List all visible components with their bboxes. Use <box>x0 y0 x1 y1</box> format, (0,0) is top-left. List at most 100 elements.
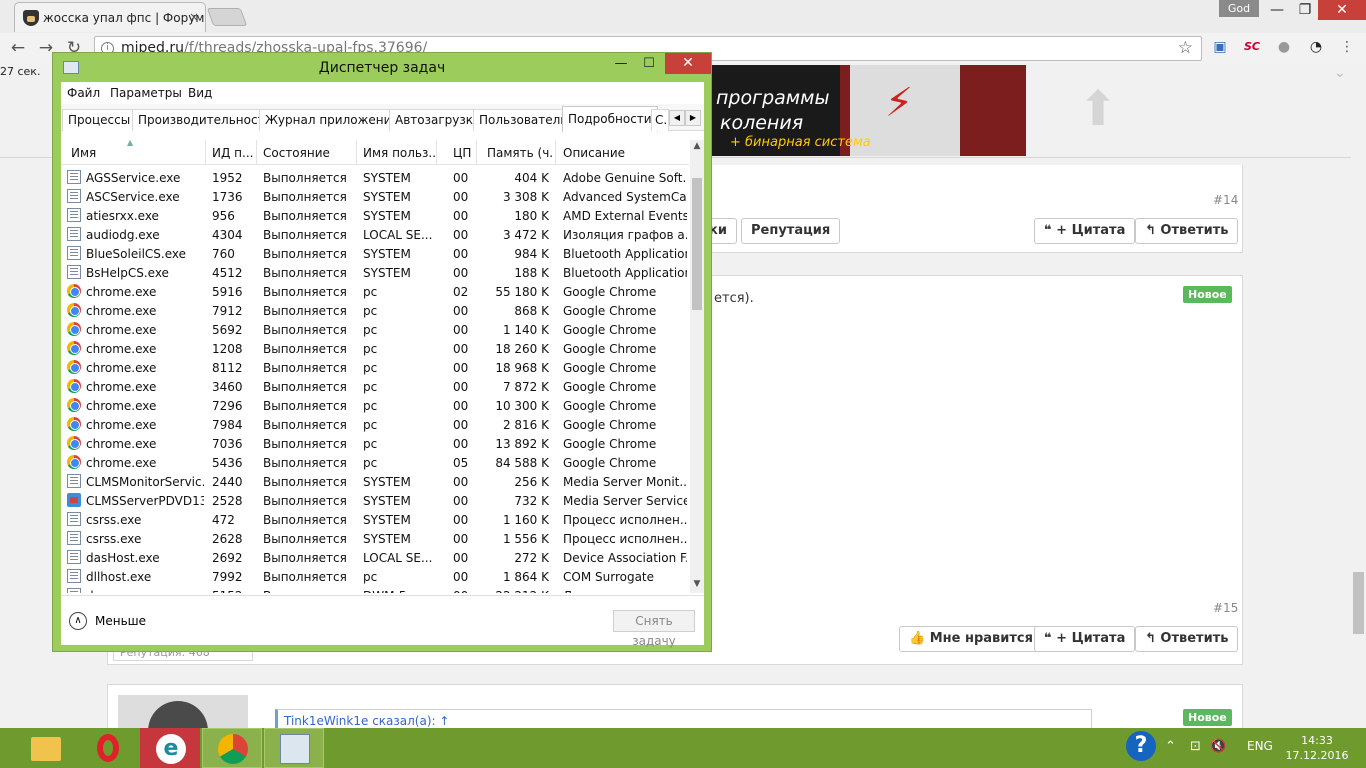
table-row[interactable]: dwm.exe 5152 Выполняется DWM-5 00 22 212 K Дис… <box>61 586 689 593</box>
ad-banner[interactable]: ⚡ программы коления + бинарная система <box>700 65 1026 156</box>
fewer-details-link[interactable]: Меньше <box>95 614 146 628</box>
table-row[interactable]: chrome.exe 5436 Выполняется pc 05 84 588 K Goo… <box>61 453 689 472</box>
table-row[interactable]: atiesrxx.exe 956 Выполняется SYSTEM 00 180 K A… <box>61 206 689 225</box>
column-separator[interactable] <box>356 140 357 165</box>
tab-close-icon[interactable]: × <box>189 10 199 24</box>
sc-extension-icon[interactable]: SC <box>1243 38 1261 56</box>
avatar[interactable] <box>118 695 248 728</box>
tab-startup[interactable]: Автозагрузка <box>389 109 487 131</box>
table-row[interactable]: BlueSoleilCS.exe 760 Выполняется SYSTEM 00 98… <box>61 244 689 263</box>
col-pid[interactable]: ИД п... <box>212 146 254 160</box>
maximize-button[interactable]: ☐ <box>635 53 663 74</box>
globe-extension-icon[interactable]: ● <box>1275 38 1293 56</box>
browser-tab-active[interactable]: жосска упал фпс | Форум × <box>14 2 206 32</box>
column-separator[interactable] <box>256 140 257 165</box>
table-scroll-thumb[interactable] <box>692 178 702 310</box>
post-number[interactable]: #15 <box>1213 601 1238 615</box>
table-row[interactable]: csrss.exe 2628 Выполняется SYSTEM 00 1 556 K П… <box>61 529 689 548</box>
minimize-button[interactable]: — <box>1262 0 1292 20</box>
tab-scroll-right-icon[interactable]: ▶ <box>685 110 701 126</box>
network-icon[interactable]: ⊡ <box>1190 739 1201 754</box>
col-status[interactable]: Состояние <box>263 146 353 160</box>
tab-users[interactable]: Пользователи <box>473 109 575 131</box>
scroll-top-arrow-icon[interactable]: ⬆ <box>1078 85 1118 133</box>
bookmark-star-icon[interactable]: ☆ <box>1178 37 1193 60</box>
chevron-down-icon[interactable]: ⌄ <box>1334 65 1346 81</box>
table-row[interactable]: chrome.exe 1208 Выполняется pc 00 18 260 K Goo… <box>61 339 689 358</box>
sync-extension-icon[interactable]: ◔ <box>1307 38 1325 56</box>
table-scrollbar[interactable]: ▲ ▼ <box>690 140 704 593</box>
help-icon[interactable]: ? <box>1126 731 1156 761</box>
table-row[interactable]: chrome.exe 7984 Выполняется pc 00 2 816 K Goog… <box>61 415 689 434</box>
table-row[interactable]: chrome.exe 7912 Выполняется pc 00 868 K Google… <box>61 301 689 320</box>
column-separator[interactable] <box>436 140 437 165</box>
col-user[interactable]: Имя польз... <box>363 146 437 160</box>
table-row[interactable]: chrome.exe 8112 Выполняется pc 00 18 968 K Goo… <box>61 358 689 377</box>
column-separator[interactable] <box>555 140 556 165</box>
table-row[interactable]: BsHelpCS.exe 4512 Выполняется SYSTEM 00 188 K… <box>61 263 689 282</box>
cast-extension-icon[interactable]: ▣ <box>1211 38 1229 56</box>
language-indicator[interactable]: ENG <box>1247 739 1273 753</box>
column-separator[interactable] <box>205 140 206 165</box>
close-button[interactable]: ✕ <box>665 53 711 74</box>
table-row[interactable]: CLMSServerPDVD13... 2528 Выполняется SYSTEM… <box>61 491 689 510</box>
table-row[interactable]: dllhost.exe 7992 Выполняется pc 00 1 864 K COM… <box>61 567 689 586</box>
tab-scroll-left-icon[interactable]: ◀ <box>669 110 685 126</box>
volume-icon[interactable]: 🔇 <box>1210 739 1226 754</box>
restore-button[interactable]: ❐ <box>1292 0 1318 20</box>
tab-services[interactable]: С... <box>651 109 669 131</box>
tab-app-history[interactable]: Журнал приложений <box>259 109 406 131</box>
menu-options[interactable]: Параметры <box>110 86 182 100</box>
profile-badge[interactable]: God <box>1219 0 1259 17</box>
back-arrow-icon[interactable]: ← <box>8 38 28 58</box>
menu-file[interactable]: Файл <box>67 86 100 100</box>
table-row[interactable]: AGSService.exe 1952 Выполняется SYSTEM 00 404… <box>61 168 689 187</box>
scroll-up-icon[interactable]: ▲ <box>690 141 704 151</box>
taskbar-opera[interactable] <box>78 728 138 768</box>
system-clock[interactable]: 14:33 17.12.2016 <box>1280 733 1354 763</box>
quote-block[interactable]: Tink1eWink1e сказал(а): ↑ <box>275 709 1092 728</box>
taskbar-eset[interactable]: e <box>140 728 200 768</box>
reputation-button[interactable]: Репутация <box>741 218 841 244</box>
table-row[interactable]: chrome.exe 3460 Выполняется pc 00 7 872 K Goog… <box>61 377 689 396</box>
table-row[interactable]: chrome.exe 5692 Выполняется pc 00 1 140 K Goog… <box>61 320 689 339</box>
tab-details[interactable]: Подробности <box>562 106 658 132</box>
table-row[interactable]: ASCService.exe 1736 Выполняется SYSTEM 00 3 3… <box>61 187 689 206</box>
cell-pid: 472 <box>212 513 235 527</box>
taskbar-chrome[interactable] <box>202 728 262 768</box>
quote-button[interactable]: ❝ + Цитата <box>1034 626 1136 652</box>
task-manager-titlebar[interactable]: Диспетчер задач — ☐ ✕ <box>53 53 711 82</box>
table-row[interactable]: csrss.exe 472 Выполняется SYSTEM 00 1 160 K Пр… <box>61 510 689 529</box>
minimize-button[interactable]: — <box>607 53 635 74</box>
column-separator[interactable] <box>476 140 477 165</box>
table-row[interactable]: chrome.exe 7296 Выполняется pc 00 10 300 K Goo… <box>61 396 689 415</box>
taskbar-explorer[interactable] <box>16 728 76 768</box>
new-tab-button[interactable] <box>206 8 248 26</box>
page-scrollbar[interactable] <box>1351 65 1366 728</box>
table-row[interactable]: chrome.exe 7036 Выполняется pc 00 13 892 K Goo… <box>61 434 689 453</box>
col-description[interactable]: Описание <box>563 146 683 160</box>
scroll-down-icon[interactable]: ▼ <box>690 579 704 589</box>
tab-performance[interactable]: Производительность <box>132 109 278 131</box>
tab-processes[interactable]: Процессы <box>62 109 137 131</box>
collapse-chevron-icon[interactable]: ∧ <box>69 612 87 630</box>
end-task-button[interactable]: Снять задачу <box>613 610 695 648</box>
close-window-button[interactable]: ✕ <box>1318 0 1366 20</box>
menu-view[interactable]: Вид <box>188 86 212 100</box>
table-row[interactable]: dasHost.exe 2692 Выполняется LOCAL SE... 00 2… <box>61 548 689 567</box>
quote-button[interactable]: ❝ + Цитата <box>1034 218 1136 244</box>
taskbar-task-manager[interactable] <box>264 728 324 768</box>
show-hidden-icons-chevron-icon[interactable]: ⌃ <box>1165 739 1176 754</box>
col-cpu[interactable]: ЦП <box>453 146 473 160</box>
reply-button[interactable]: ↰ Ответить <box>1135 218 1239 244</box>
reply-button[interactable]: ↰ Ответить <box>1135 626 1239 652</box>
menu-dots-icon[interactable]: ⋮ <box>1338 38 1356 56</box>
table-row[interactable]: audiodg.exe 4304 Выполняется LOCAL SE... 00 3… <box>61 225 689 244</box>
page-scroll-thumb[interactable] <box>1353 572 1364 634</box>
col-name[interactable]: Имя <box>71 146 201 160</box>
table-row[interactable]: chrome.exe 5916 Выполняется pc 02 55 180 K Goo… <box>61 282 689 301</box>
col-memory[interactable]: Память (ч... <box>487 146 553 160</box>
post-number[interactable]: #14 <box>1213 193 1238 207</box>
table-row[interactable]: CLMSMonitorServic... 2440 Выполняется SYSTE… <box>61 472 689 491</box>
like-button[interactable]: 👍 Мне нравится <box>899 626 1043 652</box>
